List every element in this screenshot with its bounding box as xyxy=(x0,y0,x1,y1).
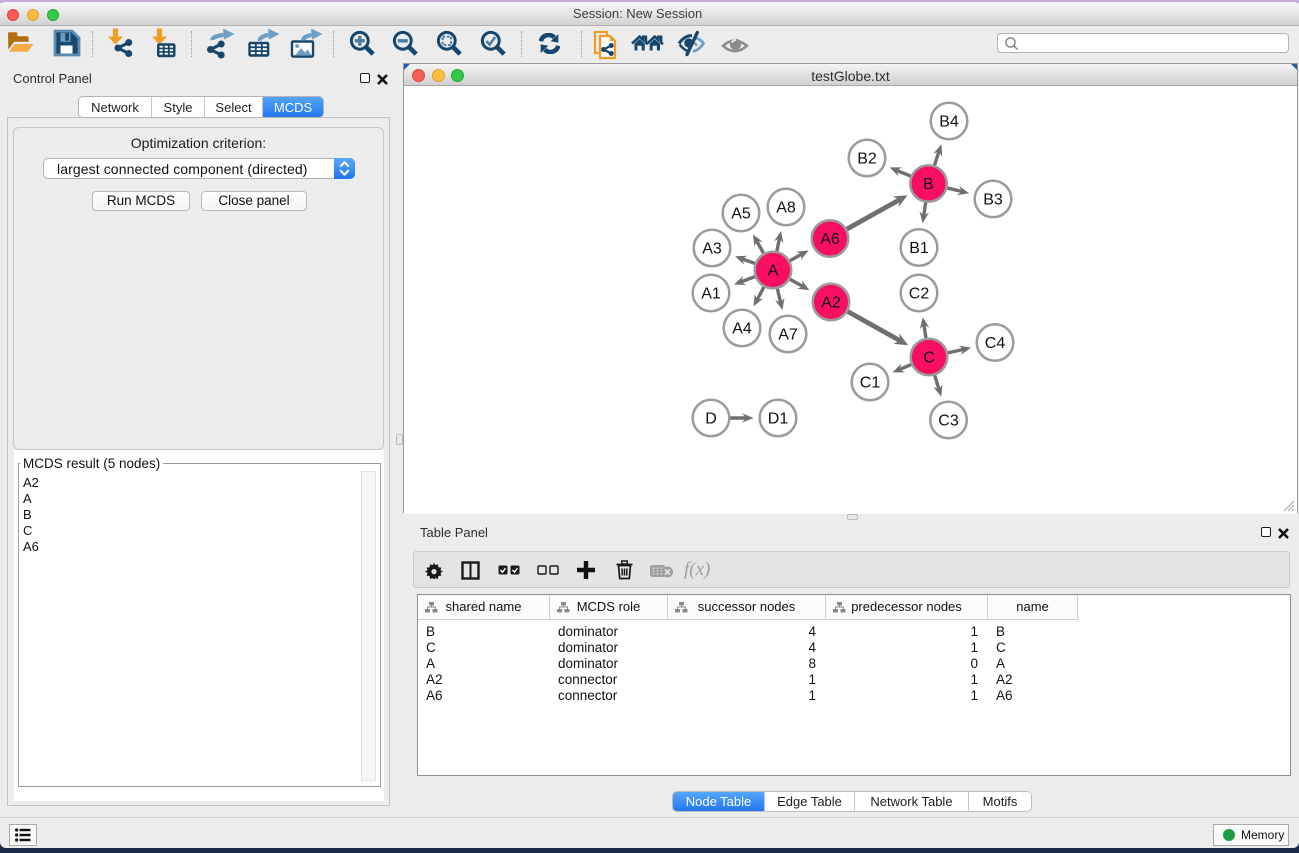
svg-text:C2: C2 xyxy=(909,286,930,303)
svg-text:A2: A2 xyxy=(821,295,841,312)
svg-text:D: D xyxy=(705,411,717,428)
svg-text:A6: A6 xyxy=(820,231,840,248)
svg-text:B3: B3 xyxy=(983,192,1003,209)
svg-text:C1: C1 xyxy=(860,375,881,392)
svg-text:A4: A4 xyxy=(732,321,752,338)
svg-text:C3: C3 xyxy=(938,413,959,430)
svg-text:D1: D1 xyxy=(768,411,789,428)
svg-text:A8: A8 xyxy=(776,200,796,217)
svg-text:B: B xyxy=(923,176,934,193)
svg-text:B4: B4 xyxy=(939,114,959,131)
svg-text:B1: B1 xyxy=(909,240,929,257)
svg-text:A5: A5 xyxy=(731,206,751,223)
svg-text:A: A xyxy=(768,263,779,280)
svg-text:C: C xyxy=(923,350,935,367)
svg-text:B2: B2 xyxy=(857,151,877,168)
svg-text:A1: A1 xyxy=(701,286,721,303)
svg-text:A7: A7 xyxy=(778,327,798,344)
svg-text:C4: C4 xyxy=(985,335,1006,352)
svg-text:A3: A3 xyxy=(702,241,722,258)
